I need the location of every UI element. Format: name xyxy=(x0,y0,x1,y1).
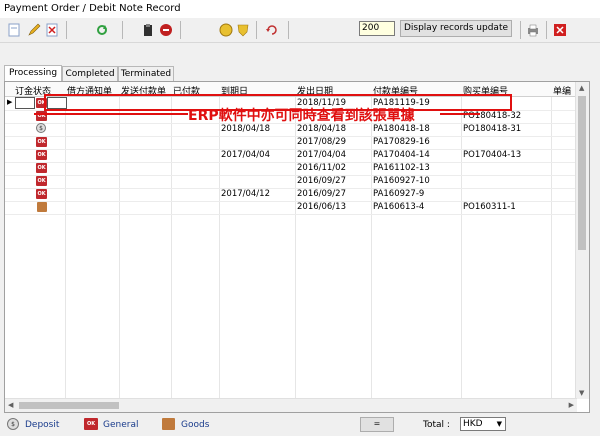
deposit-legend-label: Deposit xyxy=(25,420,60,430)
payment-no-cell: PA160927-9 xyxy=(373,189,425,199)
issue-date-cell: 2016/09/27 xyxy=(297,176,346,186)
table-row[interactable]: OK 2017/04/04 2017/04/04 PA170404-14 PO1… xyxy=(5,149,577,163)
toolbar-separator xyxy=(122,21,123,39)
currency-select[interactable]: HKD ▼ xyxy=(460,417,506,431)
issue-date-cell: 2016/11/02 xyxy=(297,163,346,173)
scroll-right-icon[interactable]: ▶ xyxy=(569,401,574,409)
general-legend-icon: OK xyxy=(84,418,98,430)
payment-no-cell: PA180418-18 xyxy=(373,124,430,134)
annotation-line xyxy=(34,113,188,115)
coin-icon[interactable] xyxy=(218,22,234,38)
table-row[interactable]: OK 2017/04/12 2016/09/27 PA160927-9 xyxy=(5,188,577,202)
close-icon[interactable] xyxy=(552,22,568,38)
issue-date-cell: 2016/09/27 xyxy=(297,189,346,199)
goods-status-icon xyxy=(37,202,47,212)
payment-no-cell: PA161102-13 xyxy=(373,163,430,173)
general-status-icon: OK xyxy=(36,150,47,160)
general-status-icon: OK xyxy=(36,176,47,186)
equals-button[interactable]: = xyxy=(360,417,394,432)
title-bar: Payment Order / Debit Note Record xyxy=(0,0,600,18)
table-row[interactable]: $ 2018/04/18 2018/04/18 PA180418-18 PO18… xyxy=(5,123,577,137)
total-label: Total : xyxy=(423,420,450,430)
row-edit-box[interactable] xyxy=(15,97,35,109)
records-count-input[interactable]: 200 xyxy=(359,21,395,36)
payment-no-cell: PA160613-4 xyxy=(373,202,425,212)
general-legend-label: General xyxy=(103,420,139,430)
purchase-no-cell: PO180418-31 xyxy=(463,124,522,134)
general-status-icon: OK xyxy=(36,163,47,173)
table-row[interactable]: OK 2016/11/02 PA161102-13 xyxy=(5,162,577,176)
chevron-down-icon: ▼ xyxy=(496,420,502,428)
rotate-icon[interactable] xyxy=(264,22,280,38)
table-row[interactable]: 2016/06/13 PA160613-4 PO160311-1 xyxy=(5,201,577,215)
footer-bar: $ Deposit OK General Goods = Total : HKD… xyxy=(0,414,600,436)
currency-value: HKD xyxy=(463,419,483,429)
issue-date-cell: 2017/04/04 xyxy=(297,150,346,160)
scroll-down-icon[interactable]: ▼ xyxy=(579,389,584,397)
general-status-icon: OK xyxy=(36,137,47,147)
new-icon[interactable] xyxy=(6,22,22,38)
horizontal-scrollbar[interactable]: ◀ ▶ xyxy=(5,398,577,412)
table-row[interactable]: OK 2017/08/29 PA170829-16 xyxy=(5,136,577,150)
stop-icon[interactable] xyxy=(158,22,174,38)
horizontal-scroll-thumb[interactable] xyxy=(19,402,119,409)
vertical-scroll-thumb[interactable] xyxy=(578,96,586,250)
issue-date-cell: 2017/08/29 xyxy=(297,137,346,147)
toolbar-separator xyxy=(288,21,289,39)
goods-legend-icon xyxy=(162,418,175,430)
due-date-cell: 2017/04/04 xyxy=(221,150,270,160)
current-row-indicator: ▶ xyxy=(7,98,13,106)
toolbar-separator xyxy=(520,21,521,39)
toolbar-separator xyxy=(256,21,257,39)
annotation-line xyxy=(440,113,480,115)
deposit-status-icon: $ xyxy=(36,123,46,133)
annotation-text: ERP軟件中亦可同時查看到該張單據 xyxy=(188,108,415,124)
tab-completed[interactable]: Completed xyxy=(62,66,118,81)
edit-icon[interactable] xyxy=(26,22,42,38)
due-date-cell: 2017/04/12 xyxy=(221,189,270,199)
delete-icon[interactable] xyxy=(44,22,60,38)
payment-no-cell: PA170829-16 xyxy=(373,137,430,147)
refresh-icon[interactable] xyxy=(94,22,110,38)
payment-no-cell: PA170404-14 xyxy=(373,150,430,160)
general-status-icon: OK xyxy=(36,189,47,199)
clipboard-icon[interactable] xyxy=(140,22,156,38)
deposit-legend-icon: $ xyxy=(7,418,19,430)
issue-date-cell: 2016/06/13 xyxy=(297,202,346,212)
printer-icon[interactable] xyxy=(525,22,541,38)
tab-terminated[interactable]: Terminated xyxy=(118,66,174,81)
toolbar-separator xyxy=(546,21,547,39)
payment-no-cell: PA160927-10 xyxy=(373,176,430,186)
issue-date-cell: 2018/04/18 xyxy=(297,124,346,134)
column-header-order-no[interactable]: 单编 xyxy=(553,84,571,97)
records-grid: 订金状态 借方通知单 发送付款单 已付款 到期日 发出日期 付款单编号 购买单编… xyxy=(4,81,590,413)
toolbar: 200 Display records update xyxy=(0,18,600,43)
vertical-scrollbar[interactable]: ▲ ▼ xyxy=(575,82,589,399)
shield-icon[interactable] xyxy=(235,22,251,38)
purchase-no-cell: PO160311-1 xyxy=(463,202,516,212)
scroll-up-icon[interactable]: ▲ xyxy=(579,84,584,92)
table-row[interactable]: OK 2016/09/27 PA160927-10 xyxy=(5,175,577,189)
goods-legend-label: Goods xyxy=(181,420,210,430)
scroll-left-icon[interactable]: ◀ xyxy=(8,401,13,409)
window-title: Payment Order / Debit Note Record xyxy=(4,3,181,14)
purchase-no-cell: PO170404-13 xyxy=(463,150,522,160)
tab-processing[interactable]: Processing xyxy=(4,65,62,81)
toolbar-separator xyxy=(66,21,67,39)
due-date-cell: 2018/04/18 xyxy=(221,124,270,134)
toolbar-separator xyxy=(180,21,181,39)
display-records-update-button[interactable]: Display records update xyxy=(400,20,512,37)
